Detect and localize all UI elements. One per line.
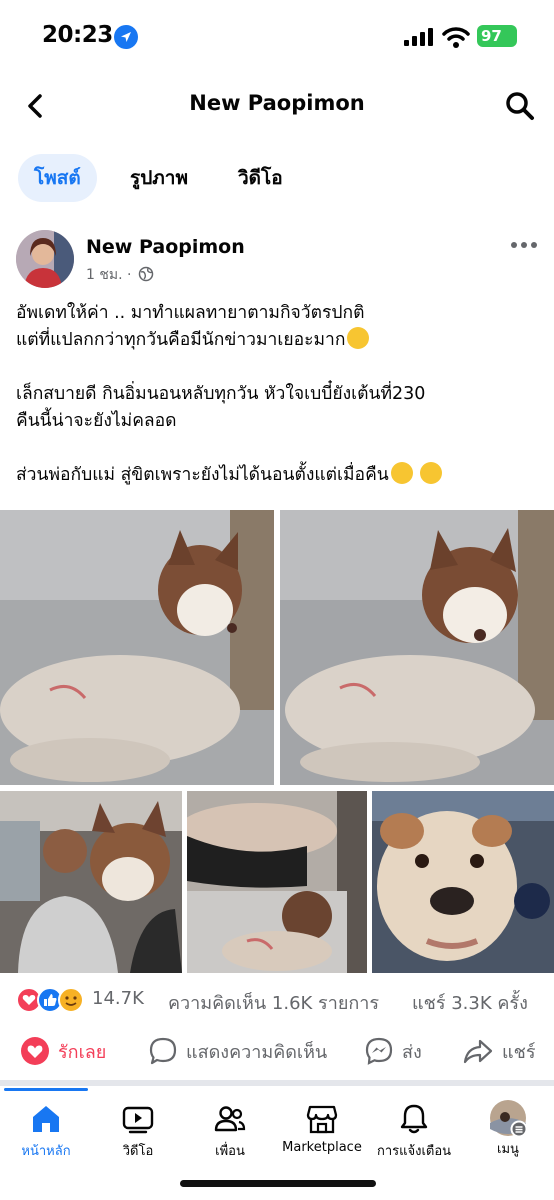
page-title: New Paopimon (189, 91, 365, 115)
post-text-line: เล็กสบายดี กินอิ่มนอนหลับทุกวัน หัวใจเบบ… (16, 384, 426, 404)
friends-icon (214, 1106, 246, 1132)
page-header: New Paopimon (0, 78, 554, 134)
nav-video[interactable]: วิดีโอ (88, 1096, 188, 1176)
post-text-line: คืนนี้น่าจะยังไม่คลอด (16, 411, 177, 431)
nav-notifications[interactable]: การแจ้งเตือน (364, 1096, 464, 1176)
comments-count[interactable]: ความคิดเห็น 1.6K รายการ (168, 988, 379, 1017)
active-tab-indicator (4, 1088, 88, 1091)
cellular-signal-icon (404, 28, 434, 46)
heart-icon (21, 1037, 49, 1065)
wifi-icon (442, 26, 470, 48)
home-icon (33, 1106, 59, 1132)
ellipsis-icon (511, 242, 537, 248)
comment-button[interactable]: แสดงความคิดเห็น (148, 1034, 327, 1068)
share-icon (463, 1039, 493, 1064)
post-photo-bulldog[interactable] (372, 791, 554, 973)
share-button[interactable]: แชร์ (462, 1034, 536, 1068)
globe-icon (138, 266, 154, 282)
post-text-line: ส่วนพ่อกับแม่ สู่ขิตเพราะยังไม่ได้นอนตั้… (16, 462, 546, 489)
nav-marketplace-label: Marketplace (282, 1140, 362, 1155)
post-photo-car-selfie[interactable] (0, 791, 182, 973)
comment-icon (149, 1037, 177, 1065)
post-text-line: แต่ที่แปลกกว่าทุกวันคือมีนักข่าวมาเยอะมา… (16, 327, 546, 354)
marketplace-icon (306, 1105, 338, 1134)
tab-photos[interactable]: รูปภาพ (130, 154, 188, 202)
post-text: อัพเดทให้ค่า .. มาทำแผลทายาตามกิจวัตรปกต… (16, 300, 546, 489)
tab-videos[interactable]: วิดีโอ (238, 154, 283, 202)
tab-posts[interactable]: โพสต์ (18, 154, 97, 202)
more-options-button[interactable] (508, 236, 540, 254)
nav-menu[interactable]: เมนู (458, 1096, 554, 1176)
comment-label: แสดงความคิดเห็น (186, 1041, 328, 1063)
post-photo-dog-lying[interactable] (187, 791, 367, 973)
post-photo-husky-sofa-2[interactable] (280, 510, 554, 785)
shares-count[interactable]: แชร์ 3.3K ครั้ง (412, 988, 528, 1017)
post-actions: รักเลย แสดงความคิดเห็น ส่ง แชร์ (0, 1028, 554, 1074)
video-icon (122, 1106, 154, 1134)
woozy-face-emoji-icon (420, 462, 443, 484)
menu-avatar-icon (490, 1100, 527, 1137)
nav-notifications-label: การแจ้งเตือน (376, 1144, 452, 1159)
post-photo-husky-sofa-1[interactable] (0, 510, 274, 785)
search-icon (506, 92, 534, 120)
post-author[interactable]: New Paopimon (86, 236, 245, 258)
post-time: 1 ชม. · (86, 267, 132, 283)
love-label: รักเลย (58, 1041, 107, 1063)
laughing-tears-emoji-icon (390, 462, 413, 484)
post-meta: 1 ชม. · (86, 264, 154, 286)
status-time: 20:23 (42, 22, 113, 48)
nav-marketplace[interactable]: Marketplace (272, 1096, 372, 1176)
nav-home-label: หน้าหลัก (21, 1144, 71, 1159)
battery-level: 97 (481, 27, 502, 45)
post-text-line2: แต่ที่แปลกกว่าทุกวันคือมีนักข่าวมาเยอะมา… (16, 330, 346, 350)
reactions-count: 14.7K (92, 988, 144, 1009)
nav-home[interactable]: หน้าหลัก (0, 1096, 96, 1176)
nav-friends-label: เพื่อน (215, 1144, 245, 1159)
messenger-icon (365, 1037, 393, 1065)
reaction-icons (16, 987, 86, 1013)
location-arrow-icon (114, 25, 138, 49)
post-text-line: อัพเดทให้ค่า .. มาทำแผลทายาตามกิจวัตรปกต… (16, 303, 365, 323)
bell-icon (400, 1104, 428, 1134)
status-bar: 20:23 97 (0, 0, 554, 72)
rofl-emoji-icon (347, 327, 370, 349)
send-button[interactable]: ส่ง (364, 1034, 422, 1068)
nav-friends[interactable]: เพื่อน (180, 1096, 280, 1176)
profile-tabs: โพสต์ รูปภาพ วิดีโอ (0, 150, 554, 206)
nav-video-label: วิดีโอ (122, 1144, 154, 1159)
battery-indicator: 97 (477, 25, 517, 47)
send-label: ส่ง (402, 1041, 422, 1063)
love-button[interactable]: รักเลย (20, 1034, 106, 1068)
post-text-line5: ส่วนพ่อกับแม่ สู่ขิตเพราะยังไม่ได้นอนตั้… (16, 465, 389, 485)
home-indicator (180, 1180, 376, 1187)
author-avatar[interactable] (16, 230, 74, 288)
search-button[interactable] (502, 88, 538, 124)
reactions-summary[interactable]: 14.7K ความคิดเห็น 1.6K รายการ แชร์ 3.3K … (16, 985, 546, 1015)
nav-menu-label: เมนู (497, 1142, 519, 1157)
share-label: แชร์ (502, 1041, 536, 1063)
